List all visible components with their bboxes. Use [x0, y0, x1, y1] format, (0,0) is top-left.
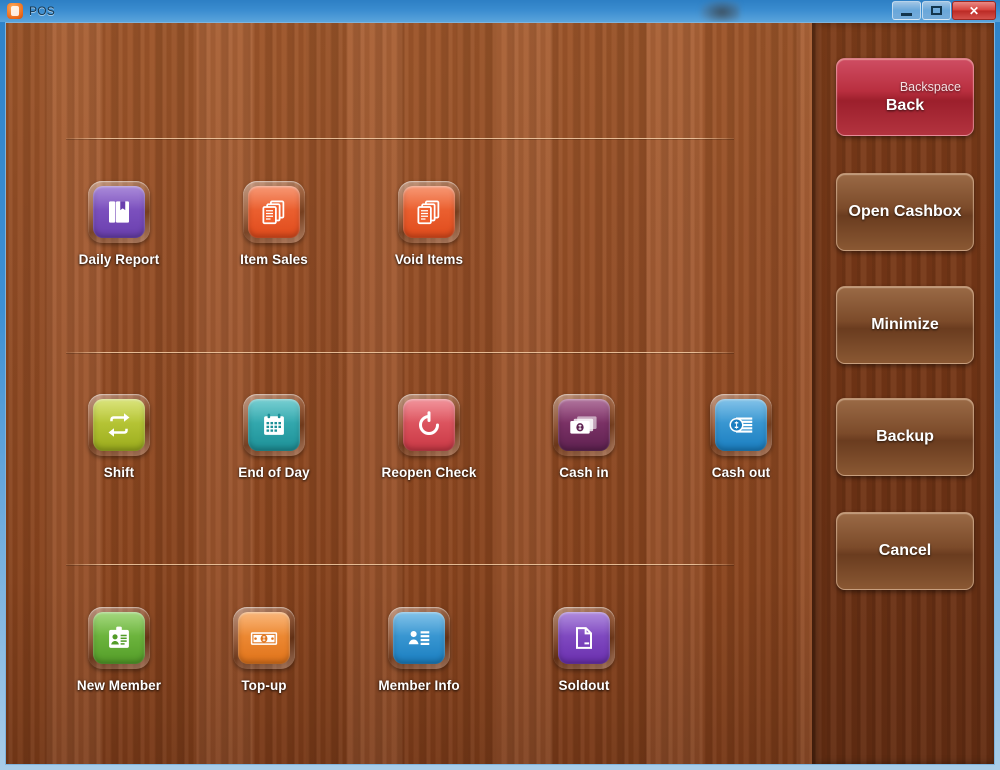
tile-top-up[interactable]: Top-up [209, 607, 319, 693]
tile-label: Shift [103, 465, 135, 480]
separator-middle [66, 352, 734, 353]
tile-bezel [88, 607, 150, 669]
open-cashbox-button[interactable]: Open Cashbox [836, 173, 974, 251]
id-badge-icon [93, 612, 145, 664]
tile-label: Item Sales [240, 252, 308, 267]
blurred-overlay [700, 0, 740, 22]
tile-end-of-day[interactable]: End of Day [219, 394, 329, 480]
tile-bezel [88, 394, 150, 456]
separator-bottom [66, 564, 734, 565]
tile-bezel [398, 181, 460, 243]
tile-bezel [243, 181, 305, 243]
tile-bezel [710, 394, 772, 456]
cancel-label: Cancel [878, 542, 932, 559]
tile-label: Daily Report [78, 252, 160, 267]
tile-cash-out[interactable]: Cash out [686, 394, 796, 480]
maximize-button[interactable] [922, 1, 951, 20]
minimize-app-button[interactable]: Minimize [836, 286, 974, 364]
cancel-button[interactable]: Cancel [836, 512, 974, 590]
tile-cash-in[interactable]: Cash in [529, 394, 639, 480]
minimize-button[interactable] [892, 1, 921, 20]
tile-label: Void Items [394, 252, 464, 267]
tile-label: Soldout [558, 678, 610, 693]
money-stack-icon [715, 399, 767, 451]
tile-label: Cash out [711, 465, 771, 480]
refresh-icon [403, 399, 455, 451]
action-sidebar: Backspace Back Open Cashbox Minimize Bac… [812, 23, 994, 764]
tile-bezel [398, 394, 460, 456]
tile-shift[interactable]: Shift [64, 394, 174, 480]
back-button[interactable]: Backspace Back [836, 58, 974, 136]
tile-bezel [388, 607, 450, 669]
document-minus-icon [558, 612, 610, 664]
swap-arrows-icon [93, 399, 145, 451]
title-bar: POS ✕ [0, 0, 1000, 22]
book-icon [93, 186, 145, 238]
tile-member-info[interactable]: Member Info [364, 607, 474, 693]
backup-button[interactable]: Backup [836, 398, 974, 476]
calendar-icon [248, 399, 300, 451]
tile-bezel [243, 394, 305, 456]
tile-new-member[interactable]: New Member [64, 607, 174, 693]
open-cashbox-label: Open Cashbox [848, 203, 962, 220]
documents-icon [403, 186, 455, 238]
tile-bezel [88, 181, 150, 243]
tile-label: Reopen Check [381, 465, 477, 480]
tile-bezel [233, 607, 295, 669]
window-title: POS [29, 4, 55, 18]
window-controls: ✕ [892, 1, 996, 20]
back-shortcut-label: Backspace [899, 79, 961, 94]
banknotes-icon [558, 399, 610, 451]
main-panel: Daily Report Item Sales Void Items Shift… [6, 23, 814, 764]
tile-bezel [553, 607, 615, 669]
pos-app-icon [7, 3, 23, 19]
minimize-label: Minimize [871, 316, 939, 333]
tile-bezel [553, 394, 615, 456]
banknote-icon [238, 612, 290, 664]
backup-label: Backup [876, 428, 934, 445]
client-area: Daily Report Item Sales Void Items Shift… [5, 22, 995, 765]
tile-label: Member Info [378, 678, 460, 693]
person-list-icon [393, 612, 445, 664]
tile-label: New Member [76, 678, 162, 693]
tile-label: Top-up [241, 678, 287, 693]
documents-icon [248, 186, 300, 238]
pos-window: POS ✕ Daily Report Item Sales Void Items… [0, 0, 1000, 770]
tile-label: Cash in [559, 465, 609, 480]
tile-item-sales[interactable]: Item Sales [219, 181, 329, 267]
tile-soldout[interactable]: Soldout [529, 607, 639, 693]
tile-void-items[interactable]: Void Items [374, 181, 484, 267]
separator-top [66, 138, 734, 139]
tile-reopen-check[interactable]: Reopen Check [374, 394, 484, 480]
tile-daily-report[interactable]: Daily Report [64, 181, 174, 267]
close-button[interactable]: ✕ [952, 1, 996, 20]
tile-label: End of Day [238, 465, 310, 480]
back-label: Back [885, 96, 925, 114]
